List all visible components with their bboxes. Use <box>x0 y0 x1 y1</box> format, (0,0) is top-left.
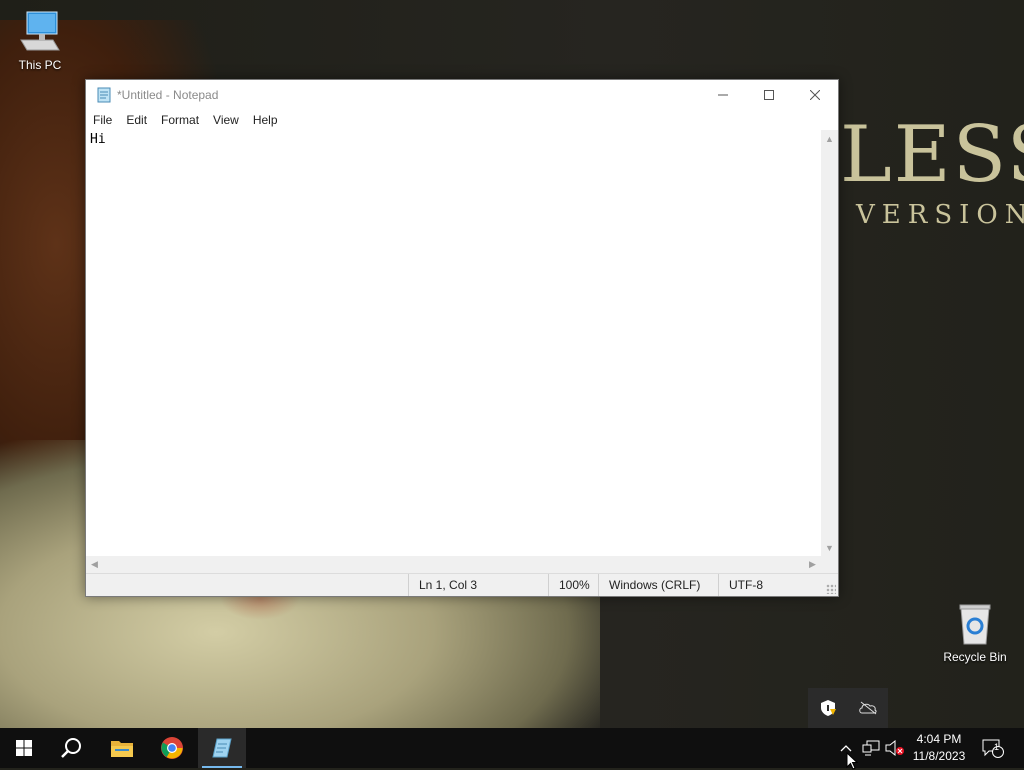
notification-count-badge: 1 <box>994 742 1000 752</box>
status-encoding: UTF-8 <box>718 574 828 596</box>
clock-time: 4:04 PM <box>916 732 962 746</box>
close-icon <box>810 90 820 100</box>
wallpaper-text-line1: LESS <box>840 110 1024 200</box>
volume-tray-button[interactable] <box>884 728 906 768</box>
recycle-bin-icon <box>959 604 991 645</box>
file-explorer-button[interactable] <box>98 728 146 768</box>
notepad-icon <box>212 738 232 758</box>
vertical-scrollbar[interactable]: ▲ ▼ <box>821 130 838 556</box>
notepad-app-icon <box>97 87 111 103</box>
search-button[interactable] <box>48 728 96 768</box>
computer-icon <box>20 11 60 51</box>
chrome-icon <box>161 737 183 759</box>
desktop-icon-label: Recycle Bin <box>943 650 1007 664</box>
notepad-taskbar-button[interactable] <box>198 728 246 768</box>
minimize-button[interactable] <box>700 80 746 110</box>
menu-edit[interactable]: Edit <box>119 113 154 127</box>
status-line-ending: Windows (CRLF) <box>598 574 718 596</box>
minimize-icon <box>718 94 728 96</box>
action-center-button[interactable]: 1 <box>980 728 1006 768</box>
title-bar[interactable]: *Untitled - Notepad <box>86 80 838 110</box>
desktop-icon-recycle-bin[interactable]: Recycle Bin <box>935 602 1015 664</box>
maximize-icon <box>764 90 774 100</box>
volume-muted-icon <box>885 740 904 756</box>
resize-grip[interactable] <box>826 584 836 594</box>
search-icon <box>61 738 81 758</box>
start-button[interactable] <box>0 728 48 768</box>
mouse-cursor-icon <box>846 752 858 770</box>
scrollbar-corner <box>821 556 838 573</box>
start-icon <box>16 740 32 756</box>
tray-overflow-popup <box>808 688 888 728</box>
scroll-down-icon[interactable]: ▼ <box>821 539 838 556</box>
menu-view[interactable]: View <box>206 113 246 127</box>
clock-date: 11/8/2023 <box>912 749 966 763</box>
taskbar-clock[interactable]: 4:04 PM 11/8/2023 <box>904 728 974 768</box>
network-icon <box>862 740 880 756</box>
security-shield-icon[interactable] <box>819 699 837 717</box>
status-bar: Ln 1, Col 3 100% Windows (CRLF) UTF-8 <box>86 573 838 596</box>
menu-bar: File Edit Format View Help <box>86 110 838 130</box>
status-zoom: 100% <box>548 574 598 596</box>
network-tray-button[interactable] <box>860 728 882 768</box>
close-button[interactable] <box>792 80 838 110</box>
menu-file[interactable]: File <box>86 113 119 127</box>
file-explorer-icon <box>111 741 133 757</box>
scroll-right-icon[interactable]: ▶ <box>804 556 821 573</box>
text-editor[interactable]: Hi <box>86 130 821 556</box>
desktop-icon-this-pc[interactable]: This PC <box>0 10 80 72</box>
chevron-up-icon <box>840 745 852 752</box>
horizontal-scrollbar[interactable]: ◀ ▶ <box>86 556 821 573</box>
scroll-left-icon[interactable]: ◀ <box>86 556 103 573</box>
wallpaper-text-line2: VERSION <box>856 200 1024 230</box>
window-title: *Untitled - Notepad <box>117 88 219 102</box>
notification-icon <box>982 739 1004 758</box>
menu-format[interactable]: Format <box>154 113 206 127</box>
menu-help[interactable]: Help <box>246 113 285 127</box>
desktop-icon-label: This PC <box>18 58 62 72</box>
notepad-window: *Untitled - Notepad File Edit Format Vie… <box>85 79 839 597</box>
onedrive-offline-icon[interactable] <box>858 701 878 715</box>
scroll-up-icon[interactable]: ▲ <box>821 130 838 147</box>
taskbar: 4:04 PM 11/8/2023 1 <box>0 728 1024 768</box>
status-cursor-position: Ln 1, Col 3 <box>408 574 548 596</box>
chrome-button[interactable] <box>148 728 196 768</box>
maximize-button[interactable] <box>746 80 792 110</box>
